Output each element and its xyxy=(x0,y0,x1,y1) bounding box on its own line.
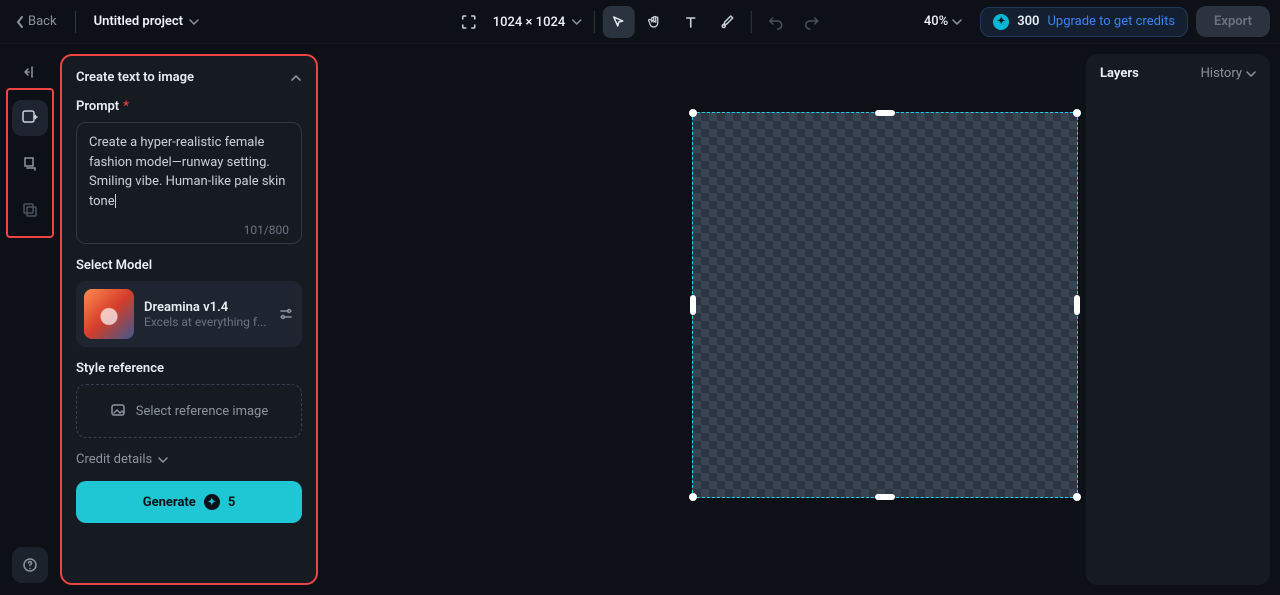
project-title-text: Untitled project xyxy=(94,14,183,29)
credits-icon: ✦ xyxy=(993,14,1009,30)
generate-cost: 5 xyxy=(228,495,235,510)
history-dropdown[interactable]: History xyxy=(1201,66,1256,81)
hand-tool[interactable] xyxy=(638,6,670,38)
layers-tool[interactable] xyxy=(12,192,48,228)
resize-handle-t[interactable] xyxy=(875,110,895,116)
top-center-tools: 1024 × 1024 xyxy=(453,0,828,44)
chevron-up-icon[interactable] xyxy=(290,74,302,82)
model-selector[interactable]: Dreamina v1.4 Excels at everything f... xyxy=(76,281,302,347)
sliders-icon xyxy=(278,306,294,322)
generate-label: Generate xyxy=(143,495,196,510)
help-button[interactable] xyxy=(12,547,48,583)
select-model-label: Select Model xyxy=(76,258,302,273)
chevron-down-icon xyxy=(189,19,199,25)
style-placeholder: Select reference image xyxy=(136,404,269,419)
upgrade-credits-button[interactable]: ✦ 300 Upgrade to get credits xyxy=(980,7,1188,37)
resize-handle-r[interactable] xyxy=(1074,295,1080,315)
dimensions-text: 1024 × 1024 xyxy=(493,15,566,30)
prompt-label: Prompt* xyxy=(76,99,302,114)
credits-amount: 300 xyxy=(1017,14,1039,29)
top-bar: Back Untitled project 1024 × 1024 xyxy=(0,0,1280,44)
project-title-dropdown[interactable]: Untitled project xyxy=(88,10,205,33)
resize-handle-b[interactable] xyxy=(875,494,895,500)
resize-handle-bl[interactable] xyxy=(689,493,697,501)
divider xyxy=(75,11,76,33)
model-desc: Excels at everything f... xyxy=(144,315,268,329)
model-thumbnail xyxy=(84,289,134,339)
upgrade-label: Upgrade to get credits xyxy=(1047,14,1175,29)
chevron-down-icon xyxy=(1246,71,1256,77)
zoom-text: 40% xyxy=(924,14,948,29)
divider xyxy=(593,11,594,33)
divider xyxy=(750,11,751,33)
resize-handle-l[interactable] xyxy=(690,295,696,315)
text-tool[interactable] xyxy=(674,6,706,38)
generate-button[interactable]: Generate ✦ 5 xyxy=(76,481,302,523)
canvas-area[interactable] xyxy=(318,44,1086,595)
zoom-dropdown[interactable]: 40% xyxy=(914,14,972,29)
resize-handle-br[interactable] xyxy=(1073,493,1081,501)
credits-icon: ✦ xyxy=(204,494,220,510)
select-tool[interactable] xyxy=(602,6,634,38)
resize-handle-tl[interactable] xyxy=(689,109,697,117)
image-add-icon xyxy=(110,402,128,420)
char-count: 101/800 xyxy=(89,223,289,237)
frame-icon[interactable] xyxy=(453,6,485,38)
artboard[interactable] xyxy=(692,112,1078,498)
style-reference-label: Style reference xyxy=(76,361,302,376)
collapse-panel-button[interactable] xyxy=(12,54,48,90)
brush-tool[interactable] xyxy=(710,6,742,38)
resize-handle-tr[interactable] xyxy=(1073,109,1081,117)
text-to-image-panel: Create text to image Prompt* Create a hy… xyxy=(60,54,318,585)
redo-button[interactable] xyxy=(795,6,827,38)
style-reference-picker[interactable]: Select reference image xyxy=(76,384,302,438)
chevron-down-icon xyxy=(952,19,962,25)
panel-title: Create text to image xyxy=(76,70,194,85)
text-to-image-tool[interactable] xyxy=(12,100,48,136)
canvas-dimensions-dropdown[interactable]: 1024 × 1024 xyxy=(489,15,586,30)
model-name: Dreamina v1.4 xyxy=(144,300,268,315)
credit-details-toggle[interactable]: Credit details xyxy=(76,452,302,467)
export-button: Export xyxy=(1196,6,1270,37)
layers-title: Layers xyxy=(1100,66,1139,81)
chevron-down-icon xyxy=(158,457,168,463)
back-button[interactable]: Back xyxy=(10,10,63,33)
image-variation-tool[interactable] xyxy=(12,146,48,182)
chevron-left-icon xyxy=(16,16,24,28)
back-label: Back xyxy=(28,14,57,29)
prompt-text: Create a hyper-realistic female fashion … xyxy=(89,133,289,211)
undo-button[interactable] xyxy=(759,6,791,38)
layers-panel: Layers History xyxy=(1086,54,1270,585)
prompt-input[interactable]: Create a hyper-realistic female fashion … xyxy=(76,122,302,244)
tool-rail xyxy=(0,44,60,595)
chevron-down-icon xyxy=(571,19,581,25)
